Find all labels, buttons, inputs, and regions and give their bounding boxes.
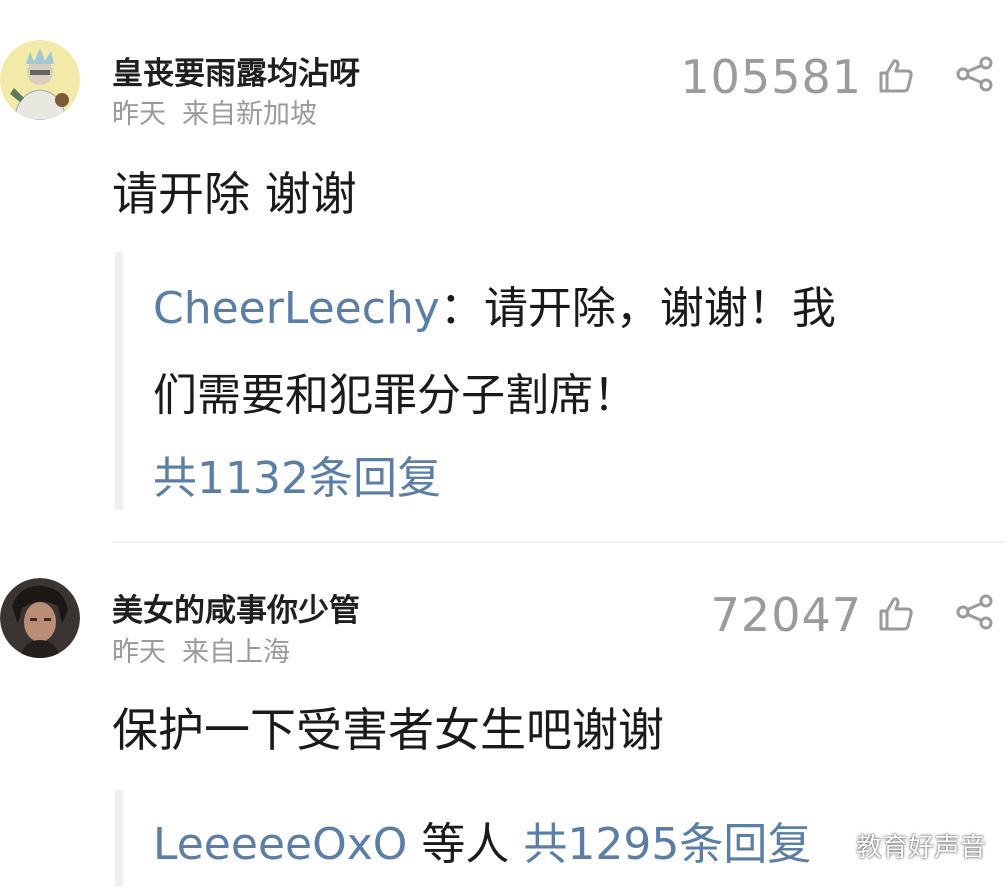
- wechat-icon: [810, 830, 848, 860]
- avatar[interactable]: [0, 40, 80, 120]
- reply-count-link[interactable]: 共1132条回复: [153, 442, 441, 506]
- watermark: 教育好声音: [810, 820, 990, 870]
- comment-meta: 昨天 来自新加坡: [112, 92, 317, 131]
- reply-text-1: ：请开除，谢谢！我: [439, 283, 836, 334]
- avatar[interactable]: [0, 578, 80, 658]
- divider: [112, 541, 1005, 543]
- thumbs-up-icon[interactable]: [876, 594, 916, 638]
- like-count: 72047: [710, 588, 862, 642]
- watermark-text: 教育好声音: [856, 832, 987, 863]
- share-icon[interactable]: [955, 594, 995, 634]
- comment-content: 保护一下受害者女生吧谢谢: [112, 703, 664, 757]
- like-count: 105581: [680, 50, 862, 104]
- username[interactable]: 皇丧要雨露均沾呀: [112, 48, 360, 93]
- username[interactable]: 美女的咸事你少管: [112, 585, 360, 630]
- reply-count-link[interactable]: 共1295条回复: [523, 819, 811, 870]
- comment-location: 来自上海: [182, 637, 290, 668]
- comment-item: 皇丧要雨露均沾呀 昨天 来自新加坡 105581 请开除 谢谢 CheerLeec…: [0, 0, 1005, 540]
- thumbs-up-icon[interactable]: [876, 56, 916, 100]
- reply-line-1: LeeeeeOxO 等人 共1295条回复: [153, 808, 811, 872]
- reply-preview[interactable]: CheerLeechy：请开除，谢谢！我 们需要和犯罪分子割席！ 共1132条回…: [115, 252, 1005, 510]
- reply-others-label: 等人: [421, 819, 510, 870]
- comment-time: 昨天: [112, 637, 166, 668]
- comment-time: 昨天: [112, 99, 166, 130]
- reply-author[interactable]: CheerLeechy: [153, 283, 440, 334]
- share-icon[interactable]: [955, 56, 995, 96]
- reply-author[interactable]: LeeeeeOxO: [153, 819, 407, 870]
- comment-meta: 昨天 来自上海: [112, 630, 290, 669]
- comment-location: 来自新加坡: [182, 99, 317, 130]
- reply-line-1: CheerLeechy：请开除，谢谢！我: [153, 272, 836, 336]
- reply-line-2: 们需要和犯罪分子割席！: [153, 370, 637, 421]
- comment-content: 请开除 谢谢: [112, 167, 357, 221]
